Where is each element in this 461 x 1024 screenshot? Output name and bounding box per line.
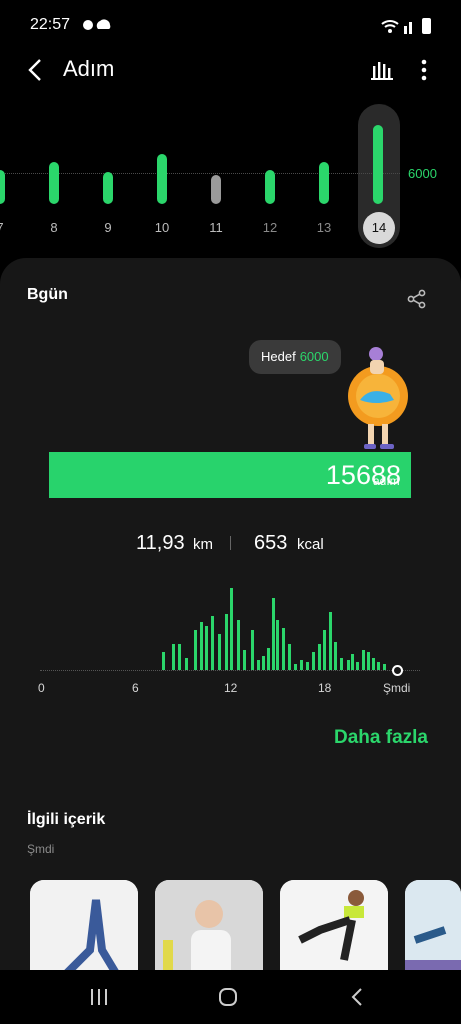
hour-bar [225, 614, 228, 670]
notification-icons [83, 19, 111, 30]
stat-divider [230, 536, 231, 550]
hour-bar [172, 644, 175, 670]
day-label-12[interactable]: 12 [255, 220, 285, 235]
day-label-13[interactable]: 13 [309, 220, 339, 235]
goal-line-label: 6000 [408, 166, 437, 181]
hour-bar [372, 658, 375, 670]
hour-bar [276, 620, 279, 670]
now-marker [392, 665, 403, 676]
hour-bar [282, 628, 285, 670]
hour-bar [329, 612, 332, 670]
day-label-10[interactable]: 10 [147, 220, 177, 235]
hour-tick-12: 12 [224, 681, 238, 695]
hour-bar [237, 620, 240, 670]
hour-bar [367, 652, 370, 670]
hour-bar [262, 656, 265, 670]
hour-tick-18: 18 [318, 681, 332, 695]
hour-bar [351, 654, 354, 670]
day-bar-10[interactable] [157, 154, 167, 204]
back-nav-icon[interactable] [347, 986, 369, 1008]
hourly-axis [40, 670, 420, 671]
hour-bar [230, 588, 233, 670]
hour-tick-now: Şmdi [383, 681, 411, 695]
recent-apps-icon[interactable] [88, 986, 110, 1008]
hour-bar [243, 650, 246, 670]
hour-bar [356, 662, 359, 670]
goal-prefix: Hedef [261, 349, 296, 364]
goal-bubble: Hedef 6000 [249, 340, 341, 374]
hour-bar [340, 658, 343, 670]
page-title: Adım [63, 56, 115, 81]
day-label-7[interactable]: 7 [0, 220, 15, 235]
hour-bar [205, 626, 208, 670]
hour-bar [267, 648, 270, 670]
hour-bar [312, 652, 315, 670]
mascot-illustration [348, 347, 408, 449]
back-icon[interactable] [22, 56, 48, 84]
hour-bar [211, 616, 214, 670]
hour-bar [272, 598, 275, 670]
hour-bar [257, 660, 260, 670]
day-bar-9[interactable] [103, 172, 113, 204]
day-label-8[interactable]: 8 [39, 220, 69, 235]
more-button[interactable]: Daha fazla [334, 727, 428, 749]
day-bar-7[interactable] [0, 170, 5, 204]
hour-bar [194, 630, 197, 670]
day-bar-8[interactable] [49, 162, 59, 204]
hour-tick-6: 6 [132, 681, 139, 695]
day-bar-12[interactable] [265, 170, 275, 204]
hour-bar [218, 634, 221, 670]
day-label-11[interactable]: 11 [201, 220, 231, 235]
hour-bar [377, 662, 380, 670]
calories-value: 653 [254, 532, 288, 554]
share-icon[interactable] [406, 288, 428, 310]
hour-bar [347, 660, 350, 670]
steps-unit: adım [373, 474, 400, 488]
related-title: İlgili içerik [27, 811, 106, 828]
distance-value: 11,93 [136, 532, 185, 554]
hour-bar [200, 622, 203, 670]
hour-bar [318, 644, 321, 670]
hour-bar [178, 644, 181, 670]
hour-bar [288, 644, 291, 670]
home-icon[interactable] [217, 986, 239, 1008]
hour-bar [323, 630, 326, 670]
hour-bar [185, 658, 188, 670]
status-bar: 22:57 [0, 0, 461, 50]
hour-bar [334, 642, 337, 670]
day-bar-13[interactable] [319, 162, 329, 204]
status-time: 22:57 [30, 16, 71, 33]
system-status-icons [381, 18, 431, 34]
distance-unit: km [193, 536, 213, 553]
more-options-icon[interactable] [410, 56, 438, 84]
hour-tick-0: 0 [38, 681, 45, 695]
navigation-bar [0, 970, 461, 1024]
today-label: Bgün [27, 286, 68, 303]
selected-day-label[interactable]: 14 [363, 212, 395, 244]
goal-line [0, 173, 400, 174]
day-bar-14[interactable] [373, 125, 383, 204]
hour-bar [251, 630, 254, 670]
day-bar-11[interactable] [211, 175, 221, 204]
chart-icon[interactable] [368, 56, 396, 84]
related-subtitle: Şmdi [27, 842, 55, 856]
hour-bar [300, 660, 303, 670]
hour-bar [162, 652, 165, 670]
day-label-9[interactable]: 9 [93, 220, 123, 235]
calories-unit: kcal [297, 536, 324, 553]
goal-value: 6000 [299, 349, 329, 364]
hour-bar [362, 650, 365, 670]
hour-bar [306, 662, 309, 670]
